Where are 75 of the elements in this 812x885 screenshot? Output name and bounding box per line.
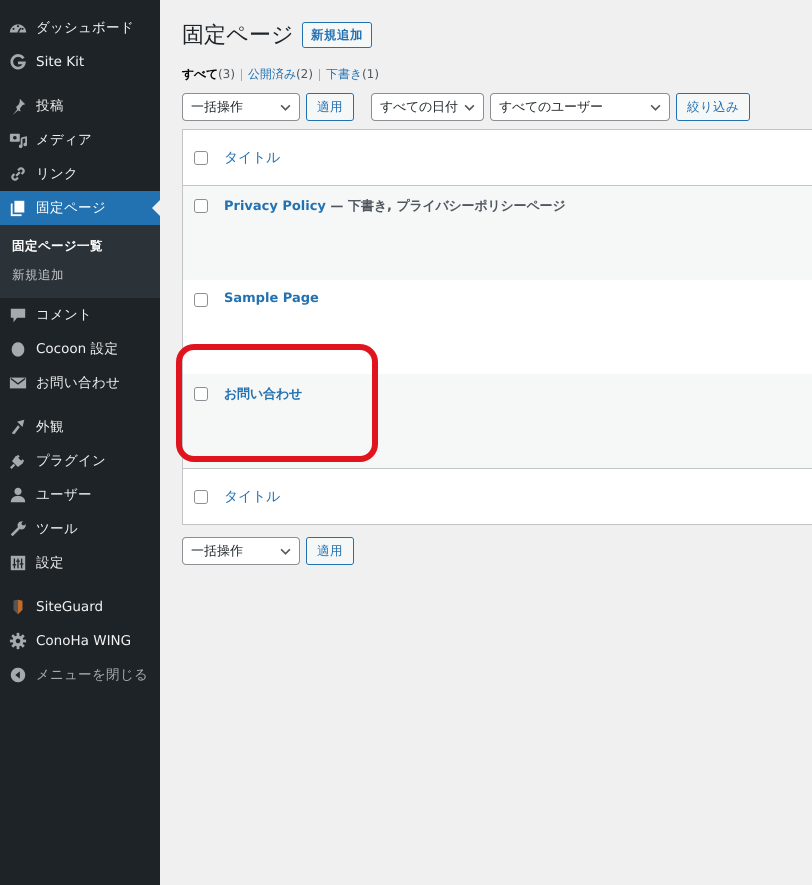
plug-icon	[9, 452, 27, 470]
page-title-link[interactable]: Privacy Policy	[224, 199, 326, 214]
menu-label: 外観	[36, 418, 64, 436]
chain-link-icon	[9, 165, 27, 183]
current-pointer-icon	[152, 200, 160, 216]
sidebar-item[interactable]: SiteGuard	[0, 590, 160, 624]
person-icon	[9, 486, 27, 504]
row-checkbox[interactable]	[194, 199, 208, 213]
chevron-icon	[280, 548, 291, 554]
menu-label: メディア	[36, 131, 92, 149]
egg-icon	[9, 340, 27, 358]
sidebar-item[interactable]: 投稿	[0, 89, 160, 123]
submenu-item[interactable]: 固定ページ一覧	[0, 232, 160, 261]
bulk-action-select[interactable]: 一括操作	[182, 93, 300, 121]
row-checkbox[interactable]	[194, 387, 208, 401]
menu-label: 固定ページ	[36, 199, 106, 217]
menu-label: 投稿	[36, 97, 64, 115]
pages-icon	[9, 199, 27, 217]
menu-label: SiteGuard	[36, 599, 104, 615]
page-title-link[interactable]: Sample Page	[224, 291, 319, 306]
menu-label: ツール	[36, 520, 78, 538]
chevron-icon	[280, 104, 291, 110]
user-select[interactable]: すべてのユーザー	[490, 93, 670, 121]
bulk-action-select[interactable]: 一括操作	[182, 537, 300, 565]
title-column-header[interactable]: タイトル	[224, 488, 280, 506]
date-select[interactable]: すべての日付	[371, 93, 484, 121]
sidebar-item[interactable]: ConoHa WING	[0, 624, 160, 658]
menu-label: リンク	[36, 165, 78, 183]
sidebar-item[interactable]: リンク	[0, 157, 160, 191]
wrench-icon	[9, 520, 27, 538]
status-filter-link[interactable]: 公開済み(2)	[248, 66, 313, 83]
settings-icon	[9, 632, 27, 650]
menu-label: ConoHa WING	[36, 633, 132, 649]
sidebar-item[interactable]: メディア	[0, 123, 160, 157]
status-filter-link[interactable]: 下書き(1)	[326, 66, 379, 83]
sidebar-item[interactable]: メニューを閉じる	[0, 658, 160, 692]
select-all-checkbox[interactable]	[194, 490, 208, 504]
page-title-link[interactable]: お問い合わせ	[224, 387, 302, 402]
chevron-icon	[464, 104, 475, 110]
sidebar-item[interactable]: 固定ページ	[0, 191, 160, 225]
page-state: — 下書き, プライバシーポリシーページ	[329, 199, 566, 214]
sidebar-item[interactable]: ユーザー	[0, 478, 160, 512]
sidebar-item[interactable]: 外観	[0, 410, 160, 444]
sidebar-item[interactable]: お問い合わせ	[0, 366, 160, 400]
g-logo-icon	[9, 53, 27, 71]
apply-button[interactable]: 適用	[306, 93, 354, 121]
apply-button[interactable]: 適用	[306, 537, 354, 565]
status-filter-link[interactable]: すべて(3)	[182, 66, 235, 83]
sidebar-item[interactable]: ダッシュボード	[0, 11, 160, 45]
speech-bubble-icon	[9, 306, 27, 324]
menu-label: Cocoon 設定	[36, 340, 118, 358]
add-new-button[interactable]: 新規追加	[302, 22, 372, 48]
menu-label: コメント	[36, 306, 92, 324]
submenu-item[interactable]: 新規追加	[0, 261, 160, 290]
menu-label: プラグイン	[36, 452, 106, 470]
menu-label: ダッシュボード	[36, 19, 134, 37]
menu-label: メニューを閉じる	[36, 666, 148, 684]
sidebar-item[interactable]: コメント	[0, 298, 160, 332]
row-checkbox[interactable]	[194, 293, 208, 307]
menu-label: ユーザー	[36, 486, 92, 504]
sidebar-item[interactable]: Site Kit	[0, 45, 160, 79]
page-title: 固定ページ	[182, 22, 294, 50]
filter-button[interactable]: 絞り込み	[676, 93, 750, 121]
select-all-checkbox[interactable]	[194, 150, 208, 164]
chevron-icon	[650, 104, 661, 110]
sidebar-item[interactable]: プラグイン	[0, 444, 160, 478]
sidebar-item[interactable]: Cocoon 設定	[0, 332, 160, 366]
sidebar-item[interactable]: 設定	[0, 546, 160, 580]
sliders-icon	[9, 554, 27, 572]
title-column-header[interactable]: タイトル	[224, 148, 280, 166]
sidebar-item[interactable]: ツール	[0, 512, 160, 546]
menu-label: 設定	[36, 554, 64, 572]
menu-label: Site Kit	[36, 54, 84, 70]
menu-label: お問い合わせ	[36, 374, 120, 392]
media-icon	[9, 131, 27, 149]
